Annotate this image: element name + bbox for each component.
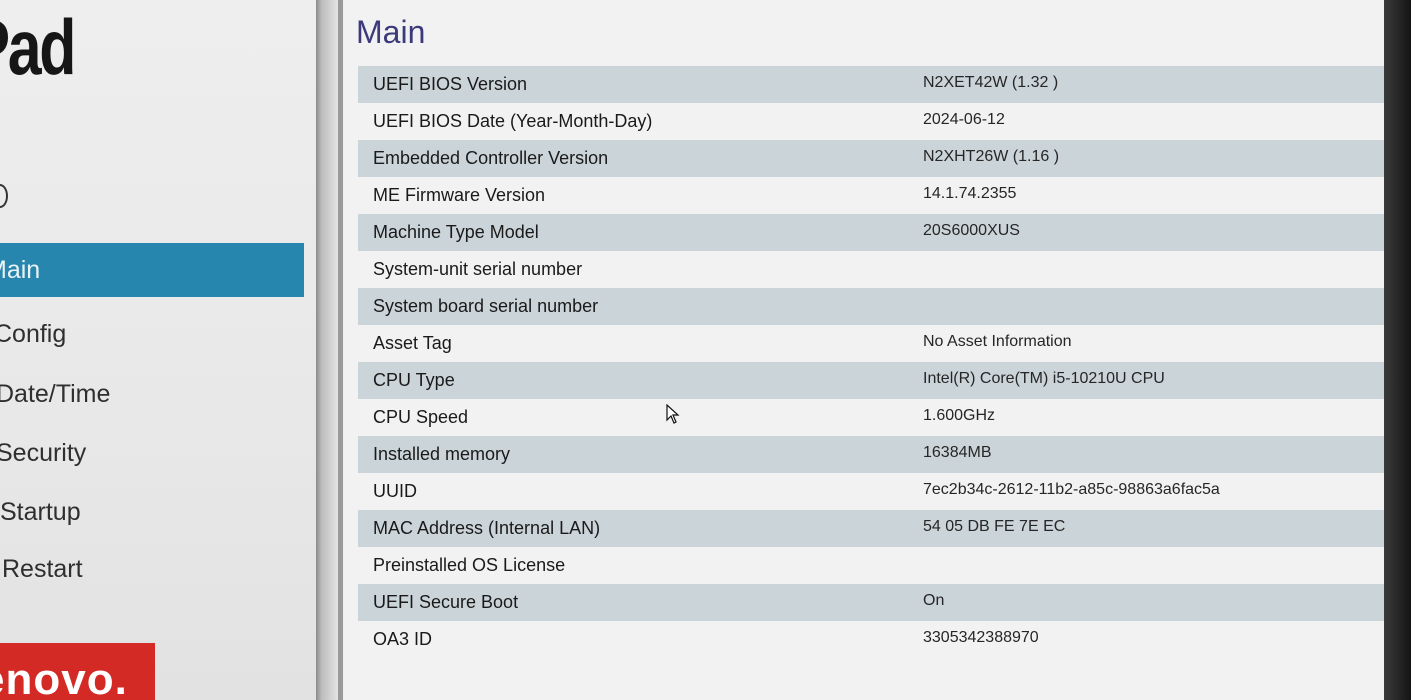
info-table: UEFI BIOS Version N2XET42W (1.32 ) UEFI …	[358, 66, 1394, 658]
row-label: Preinstalled OS License	[373, 555, 566, 575]
row-value: N2XHT26W (1.16 )	[923, 148, 1060, 165]
nav-item-restart[interactable]: Restart	[0, 542, 304, 596]
nav-item-startup[interactable]: Startup	[0, 485, 304, 539]
sidebar-indicator-icon	[0, 184, 8, 208]
nav-item-date-time[interactable]: Date/Time	[0, 367, 304, 421]
table-row[interactable]: Installed memory 16384MB	[358, 436, 1394, 473]
thinkpad-logo: kPad	[0, 3, 76, 91]
nav-item-main[interactable]: Main	[0, 243, 304, 297]
row-label: Asset Tag	[373, 333, 452, 353]
row-label: UEFI BIOS Version	[373, 74, 528, 94]
table-row[interactable]: UEFI Secure Boot On	[358, 584, 1394, 621]
row-label: Installed memory	[373, 444, 511, 464]
divider-line	[338, 0, 343, 700]
table-row[interactable]: UEFI BIOS Version N2XET42W (1.32 )	[358, 66, 1394, 103]
row-label: MAC Address (Internal LAN)	[373, 518, 601, 538]
nav-item-config[interactable]: Config	[0, 307, 304, 361]
table-row[interactable]: Preinstalled OS License	[358, 547, 1394, 584]
row-value: 2024-06-12	[923, 111, 1005, 128]
row-label: CPU Speed	[373, 407, 469, 427]
main-panel: Main UEFI BIOS Version N2XET42W (1.32 ) …	[344, 0, 1394, 700]
page-title: Main	[356, 14, 426, 50]
row-label: UEFI Secure Boot	[373, 592, 519, 612]
row-label: Embedded Controller Version	[373, 148, 609, 168]
row-value: 1.600GHz	[923, 407, 996, 424]
row-label: Machine Type Model	[373, 222, 539, 242]
row-label: UUID	[373, 481, 417, 501]
table-row[interactable]: MAC Address (Internal LAN) 54 05 DB FE 7…	[358, 510, 1394, 547]
row-label: ME Firmware Version	[373, 185, 546, 205]
mouse-cursor-icon	[666, 404, 680, 424]
table-row[interactable]: UEFI BIOS Date (Year-Month-Day) 2024-06-…	[358, 103, 1394, 140]
row-value: 3305342388970	[923, 629, 1039, 646]
row-value: No Asset Information	[923, 333, 1072, 350]
screen-bezel	[1384, 0, 1411, 700]
row-value: 20S6000XUS	[923, 222, 1020, 239]
bios-screen: kPad Main Config Date/Time Security Star…	[0, 0, 1411, 700]
table-row[interactable]: OA3 ID 3305342388970	[358, 621, 1394, 658]
row-value: On	[923, 592, 945, 609]
row-value: 7ec2b34c-2612-11b2-a85c-98863a6fac5a	[923, 481, 1220, 498]
row-value: 16384MB	[923, 444, 992, 461]
row-value: Intel(R) Core(TM) i5-10210U CPU	[923, 370, 1165, 387]
lenovo-logo-text: enovo.	[0, 655, 128, 700]
row-label: UEFI BIOS Date (Year-Month-Day)	[373, 111, 653, 131]
table-row[interactable]: CPU Speed 1.600GHz	[358, 399, 1394, 436]
row-label: System board serial number	[373, 296, 599, 316]
row-value: N2XET42W (1.32 )	[923, 74, 1059, 91]
row-label: OA3 ID	[373, 629, 433, 649]
table-row[interactable]: CPU Type Intel(R) Core(TM) i5-10210U CPU	[358, 362, 1394, 399]
row-value: 14.1.74.2355	[923, 185, 1017, 202]
row-label: CPU Type	[373, 370, 455, 390]
lenovo-logo: enovo.	[0, 643, 155, 700]
table-row[interactable]: Machine Type Model 20S6000XUS	[358, 214, 1394, 251]
sidebar: kPad Main Config Date/Time Security Star…	[0, 0, 316, 700]
table-row[interactable]: Asset Tag No Asset Information	[358, 325, 1394, 362]
nav-item-security[interactable]: Security	[0, 426, 304, 480]
table-row[interactable]: UUID 7ec2b34c-2612-11b2-a85c-98863a6fac5…	[358, 473, 1394, 510]
row-value: 54 05 DB FE 7E EC	[923, 518, 1066, 535]
row-label: System-unit serial number	[373, 259, 583, 279]
table-row[interactable]: System-unit serial number	[358, 251, 1394, 288]
table-row[interactable]: ME Firmware Version 14.1.74.2355	[358, 177, 1394, 214]
table-row[interactable]: Embedded Controller Version N2XHT26W (1.…	[358, 140, 1394, 177]
table-row[interactable]: System board serial number	[358, 288, 1394, 325]
